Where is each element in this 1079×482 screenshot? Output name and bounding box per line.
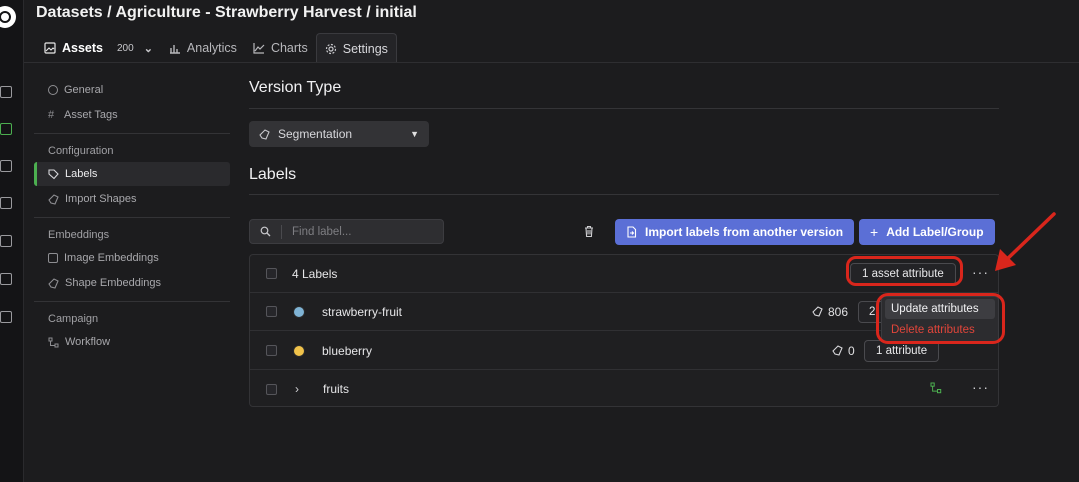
shape-count: 0	[832, 344, 855, 358]
bar-chart-icon	[169, 45, 180, 54]
tab-label: Analytics	[186, 41, 237, 55]
tab-label: Charts	[270, 41, 308, 55]
label-name: blueberry	[322, 343, 373, 358]
plus-icon: +	[870, 224, 879, 240]
select-all-checkbox[interactable]	[266, 268, 277, 279]
button-label: Add Label/Group	[886, 225, 984, 239]
divider	[281, 224, 282, 239]
shape-icon	[48, 277, 59, 289]
sidebar-item-workflow[interactable]: Workflow	[34, 330, 230, 354]
more-options-icon[interactable]: ···	[972, 264, 989, 280]
app-logo[interactable]	[0, 6, 16, 28]
sidebar-item-import-shapes[interactable]: Import Shapes	[34, 187, 230, 211]
tab-label: Settings	[342, 41, 388, 56]
version-type-title: Version Type	[249, 79, 342, 96]
database-icon[interactable]	[0, 86, 12, 98]
sidebar-item-image-embeddings[interactable]: Image Embeddings	[34, 246, 230, 270]
sidebar-item-label: Shape Embeddings	[65, 277, 162, 289]
sidebar-item-asset-tags[interactable]: # Asset Tags	[34, 103, 230, 127]
chart-icon[interactable]	[0, 160, 12, 172]
workflow-icon[interactable]	[930, 382, 942, 394]
sidebar-item-labels[interactable]: Labels	[34, 162, 230, 186]
button-label: Import labels from another version	[645, 225, 844, 239]
shape-count: 806	[812, 305, 848, 319]
signpost-icon[interactable]	[0, 311, 12, 323]
import-icon	[627, 226, 637, 238]
gear-icon	[48, 85, 58, 95]
shape-count-value: 0	[848, 343, 855, 358]
gear-icon	[325, 43, 336, 54]
sidebar-item-label: Workflow	[65, 336, 111, 348]
shape-count-value: 806	[828, 304, 849, 319]
divider	[249, 194, 999, 195]
tab-charts[interactable]: Charts	[245, 33, 316, 63]
label-color-dot	[293, 344, 305, 357]
annotation-arrow	[995, 212, 1056, 271]
divider	[34, 133, 230, 134]
image-icon	[44, 42, 56, 54]
image-icon[interactable]	[0, 123, 12, 135]
layers-icon[interactable]	[0, 197, 12, 209]
tab-analytics[interactable]: Analytics	[161, 33, 245, 63]
labels-title: Labels	[249, 166, 297, 183]
chevron-right-icon[interactable]: ›	[295, 382, 299, 396]
sidebar-heading-configuration: Configuration	[48, 145, 114, 157]
sidebar-item-label: Image Embeddings	[64, 252, 159, 264]
sidebar-item-shape-embeddings[interactable]: Shape Embeddings	[34, 271, 230, 295]
search-icon	[260, 226, 271, 237]
annotation-highlight	[876, 293, 1005, 344]
sidebar-item-label: Labels	[65, 168, 98, 180]
caret-down-icon: ▼	[410, 129, 419, 139]
hash-icon: #	[48, 109, 55, 121]
annotation-highlight	[846, 256, 963, 286]
shape-icon	[812, 306, 823, 317]
sidebar-item-label: Asset Tags	[64, 109, 118, 121]
row-checkbox[interactable]	[266, 383, 277, 395]
image-icon	[48, 253, 58, 263]
table-row-group[interactable]: › fruits ···	[250, 370, 998, 408]
label-name: strawberry-fruit	[322, 304, 403, 319]
tab-assets[interactable]: Assets 200 ⌄	[36, 33, 161, 63]
sidebar-heading-embeddings: Embeddings	[48, 229, 110, 241]
left-rail	[0, 0, 24, 482]
shape-icon	[48, 193, 59, 205]
tab-divider	[24, 62, 1079, 63]
segmentation-icon	[259, 128, 270, 140]
row-checkbox[interactable]	[266, 306, 277, 317]
trash-icon[interactable]	[583, 225, 595, 241]
tab-bar: Assets 200 ⌄ Analytics Charts Settings	[36, 33, 397, 63]
sidebar-item-general[interactable]: General	[34, 78, 230, 102]
breadcrumb: Datasets / Agriculture - Strawberry Harv…	[36, 4, 417, 21]
import-labels-button[interactable]: Import labels from another version	[615, 219, 855, 245]
workflow-icon	[48, 337, 59, 347]
asset-count-badge: 200	[117, 42, 134, 54]
chip-icon[interactable]	[0, 273, 12, 285]
label-color-dot	[293, 305, 305, 318]
row-checkbox[interactable]	[266, 345, 277, 356]
select-value: Segmentation	[278, 127, 353, 141]
tab-settings[interactable]: Settings	[315, 33, 397, 63]
divider	[34, 301, 230, 302]
group-name: fruits	[323, 382, 350, 396]
tag-icon	[48, 168, 59, 179]
more-options-icon[interactable]: ···	[972, 379, 989, 395]
shape-icon	[832, 345, 843, 356]
sidebar-item-label: Import Shapes	[65, 193, 137, 205]
line-chart-icon	[253, 43, 265, 54]
sidebar-heading-campaign: Campaign	[48, 313, 99, 325]
version-type-select[interactable]: Segmentation ▼	[249, 121, 429, 147]
chevron-down-icon[interactable]: ⌄	[144, 42, 153, 55]
add-label-button[interactable]: + Add Label/Group	[859, 219, 995, 245]
divider	[34, 217, 230, 218]
sidebar-item-label: General	[64, 84, 104, 96]
tab-label: Assets	[62, 41, 103, 55]
label-search[interactable]	[249, 219, 444, 244]
settings-sidebar: General # Asset Tags Configuration Label…	[34, 78, 230, 355]
search-input[interactable]	[292, 225, 422, 238]
divider	[249, 108, 999, 109]
labels-count: 4 Labels	[292, 266, 338, 281]
shapes-icon[interactable]	[0, 235, 12, 247]
